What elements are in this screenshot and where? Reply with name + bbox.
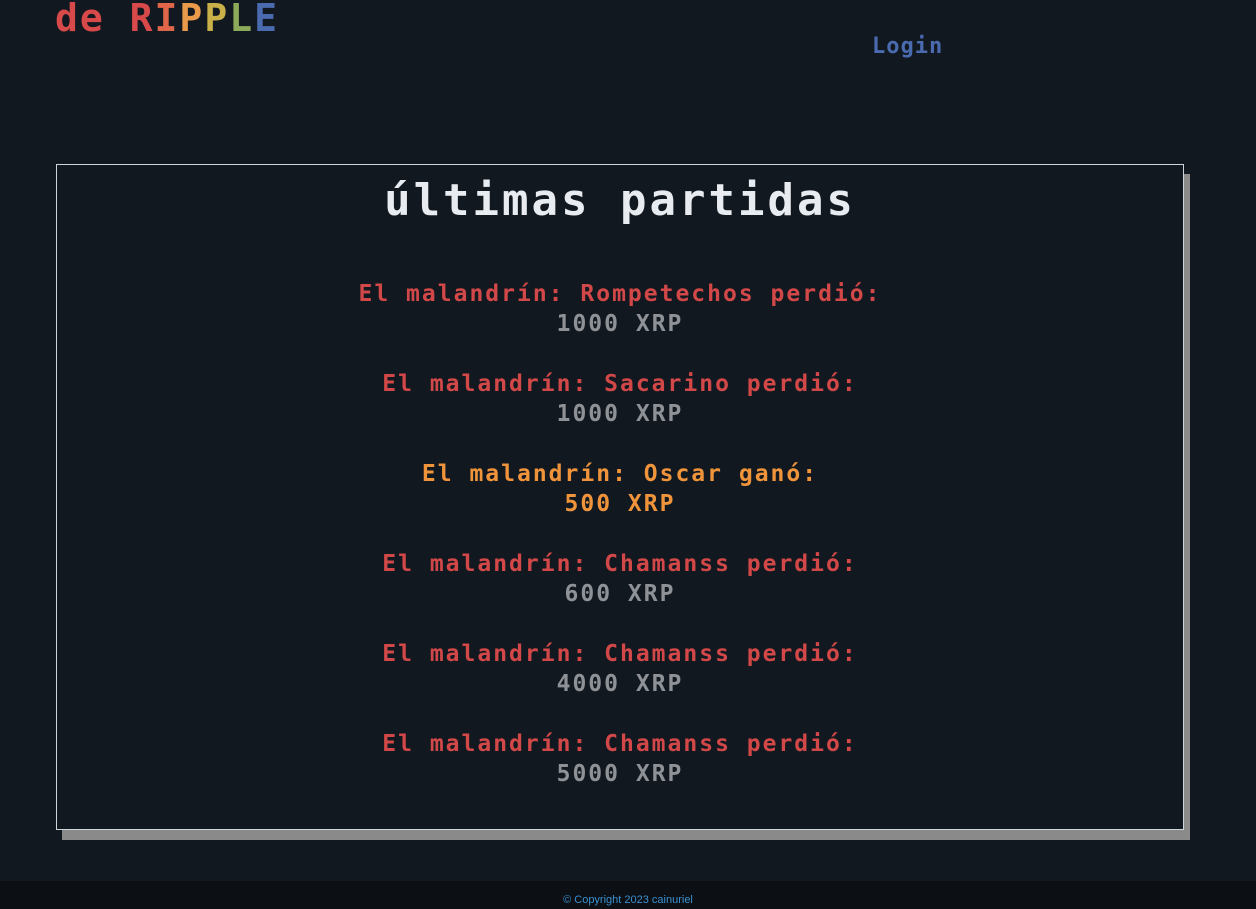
login-link[interactable]: Login: [872, 34, 943, 59]
logo-letter: L: [229, 0, 255, 40]
game-entry: El malandrín: Rompetechos perdió: 1000 XR…: [57, 279, 1183, 369]
game-result-text: El malandrín: Chamanss perdió:: [382, 551, 858, 577]
game-result-text: El malandrín: Rompetechos perdió:: [358, 281, 882, 307]
game-entry: El malandrín: Sacarino perdió: 1000 XRP: [57, 369, 1183, 459]
logo-letter: P: [179, 0, 205, 40]
logo-letter: P: [204, 0, 230, 40]
page-title: últimas partidas: [384, 175, 856, 226]
game-amount: 5000 XRP: [556, 761, 684, 787]
game-entry: El malandrín: Chamanss perdió: 5000 XRP: [57, 729, 1183, 819]
game-amount: 1000 XRP: [556, 311, 684, 337]
recent-games-panel: últimas partidas El malandrín: Rompetech…: [56, 164, 1184, 830]
game-entry: El malandrín: Chamanss perdió: 600 XRP: [57, 549, 1183, 639]
game-entry: El malandrín: Chamanss perdió: 4000 XRP: [57, 639, 1183, 729]
game-amount: 600 XRP: [564, 581, 676, 607]
site-logo[interactable]: de RIPPLE: [55, 0, 279, 38]
game-amount: 4000 XRP: [556, 671, 684, 697]
games-list: El malandrín: Rompetechos perdió: 1000 XR…: [57, 279, 1183, 819]
game-result-text: El malandrín: Chamanss perdió:: [382, 731, 858, 757]
logo-letter: R: [129, 0, 155, 40]
game-amount: 500 XRP: [564, 491, 676, 517]
logo-letter: E: [254, 0, 279, 40]
logo-letter: I: [154, 0, 180, 40]
footer: © Copyright 2023 cainuriel: [0, 881, 1256, 909]
game-entry: El malandrín: Oscar ganó: 500 XRP: [57, 459, 1183, 549]
copyright-text: © Copyright 2023 cainuriel: [563, 894, 693, 906]
game-result-text: El malandrín: Chamanss perdió:: [382, 641, 858, 667]
game-amount: 1000 XRP: [556, 401, 684, 427]
game-result-text: El malandrín: Sacarino perdió:: [382, 371, 858, 397]
logo-letters: RIPPLE: [130, 0, 279, 38]
logo-prefix: de: [55, 0, 130, 40]
game-result-text: El malandrín: Oscar ganó:: [421, 461, 819, 487]
